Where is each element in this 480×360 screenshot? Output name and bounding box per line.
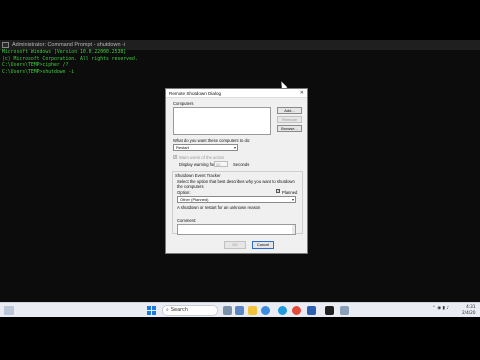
clock-date: 2/4/20: [462, 310, 476, 315]
tracker-title: Shutdown Event Tracker: [175, 173, 221, 178]
comment-label: Comment:: [177, 218, 197, 223]
chevron-down-icon: ▾: [291, 197, 294, 202]
seconds-label: Seconds: [233, 162, 250, 167]
file-explorer-icon[interactable]: [248, 306, 257, 315]
planned-checkbox[interactable]: ✓: [276, 189, 280, 193]
option-label: Option:: [177, 190, 191, 195]
comment-textarea[interactable]: [177, 224, 296, 235]
search-placeholder: Search: [170, 307, 188, 313]
dialog-title: Remote Shutdown Dialog: [169, 90, 222, 96]
letterbox-top: [0, 0, 480, 40]
terminal-icon[interactable]: [325, 306, 334, 315]
console-title: Administrator: Command Prompt - shutdown…: [12, 42, 126, 48]
windows-start-icon[interactable]: [147, 306, 156, 315]
action-selected-value: Restart: [176, 145, 189, 150]
reason-selected-value: Other (Planned): [180, 197, 209, 202]
add-button[interactable]: Add...: [277, 107, 302, 114]
action-select[interactable]: Restart ▾: [173, 144, 238, 151]
dialog-titlebar[interactable]: Remote Shutdown Dialog ✕: [166, 89, 307, 98]
reason-select[interactable]: Other (Planned) ▾: [177, 196, 296, 203]
console-line: C:\Users\TEMP>shutdown -i: [2, 69, 75, 75]
widgets-icon[interactable]: [4, 306, 14, 315]
warn-users-checkbox[interactable]: ✓: [173, 155, 177, 159]
widgets-app-icon[interactable]: [235, 306, 244, 315]
warn-users-label: Warn users of the action: [179, 155, 225, 160]
taskbar-search[interactable]: ⌕ Search: [162, 305, 218, 316]
clock[interactable]: 4:31 2/4/20: [462, 304, 475, 316]
console-titlebar[interactable]: Administrator: Command Prompt - shutdown…: [0, 40, 480, 50]
edge-icon[interactable]: [278, 306, 287, 315]
letterbox-bottom: [0, 317, 480, 360]
remote-shutdown-dialog: Remote Shutdown Dialog ✕ Computers Add..…: [165, 88, 308, 254]
chrome-icon[interactable]: [292, 306, 301, 315]
action-question-label: What do you want these computers to do:: [173, 138, 251, 143]
system-tray[interactable]: ⌃ ◉ ▮ ♪: [432, 306, 449, 311]
taskbar: ⌕ Search ⌃ ◉ ▮ ♪ 4:31 2/4/20: [0, 302, 480, 317]
task-view-icon[interactable]: [223, 306, 232, 315]
search-icon: ⌕: [166, 307, 169, 313]
computers-label: Computers: [173, 101, 194, 106]
reason-description: A shutdown or restart for an unknown rea…: [177, 205, 261, 210]
planned-label: Planned: [282, 190, 298, 195]
ok-button[interactable]: OK: [224, 241, 246, 249]
close-icon[interactable]: ✕: [300, 90, 304, 96]
edge-browser-icon[interactable]: [261, 306, 270, 315]
remove-button[interactable]: Remove: [277, 116, 302, 123]
store-icon[interactable]: [307, 306, 316, 315]
command-prompt-icon: [2, 42, 9, 48]
comment-scrollbar[interactable]: [292, 225, 295, 234]
display-warning-label: Display warning for: [179, 162, 215, 167]
tracker-description: Select the option that best describes wh…: [177, 179, 295, 189]
warning-seconds-input[interactable]: 30: [214, 161, 228, 167]
chevron-down-icon: ▾: [233, 145, 236, 150]
computers-listbox[interactable]: [173, 107, 271, 135]
app-icon[interactable]: [340, 306, 349, 315]
browse-button[interactable]: Browse...: [277, 125, 302, 132]
cancel-button[interactable]: Cancel: [252, 241, 274, 249]
